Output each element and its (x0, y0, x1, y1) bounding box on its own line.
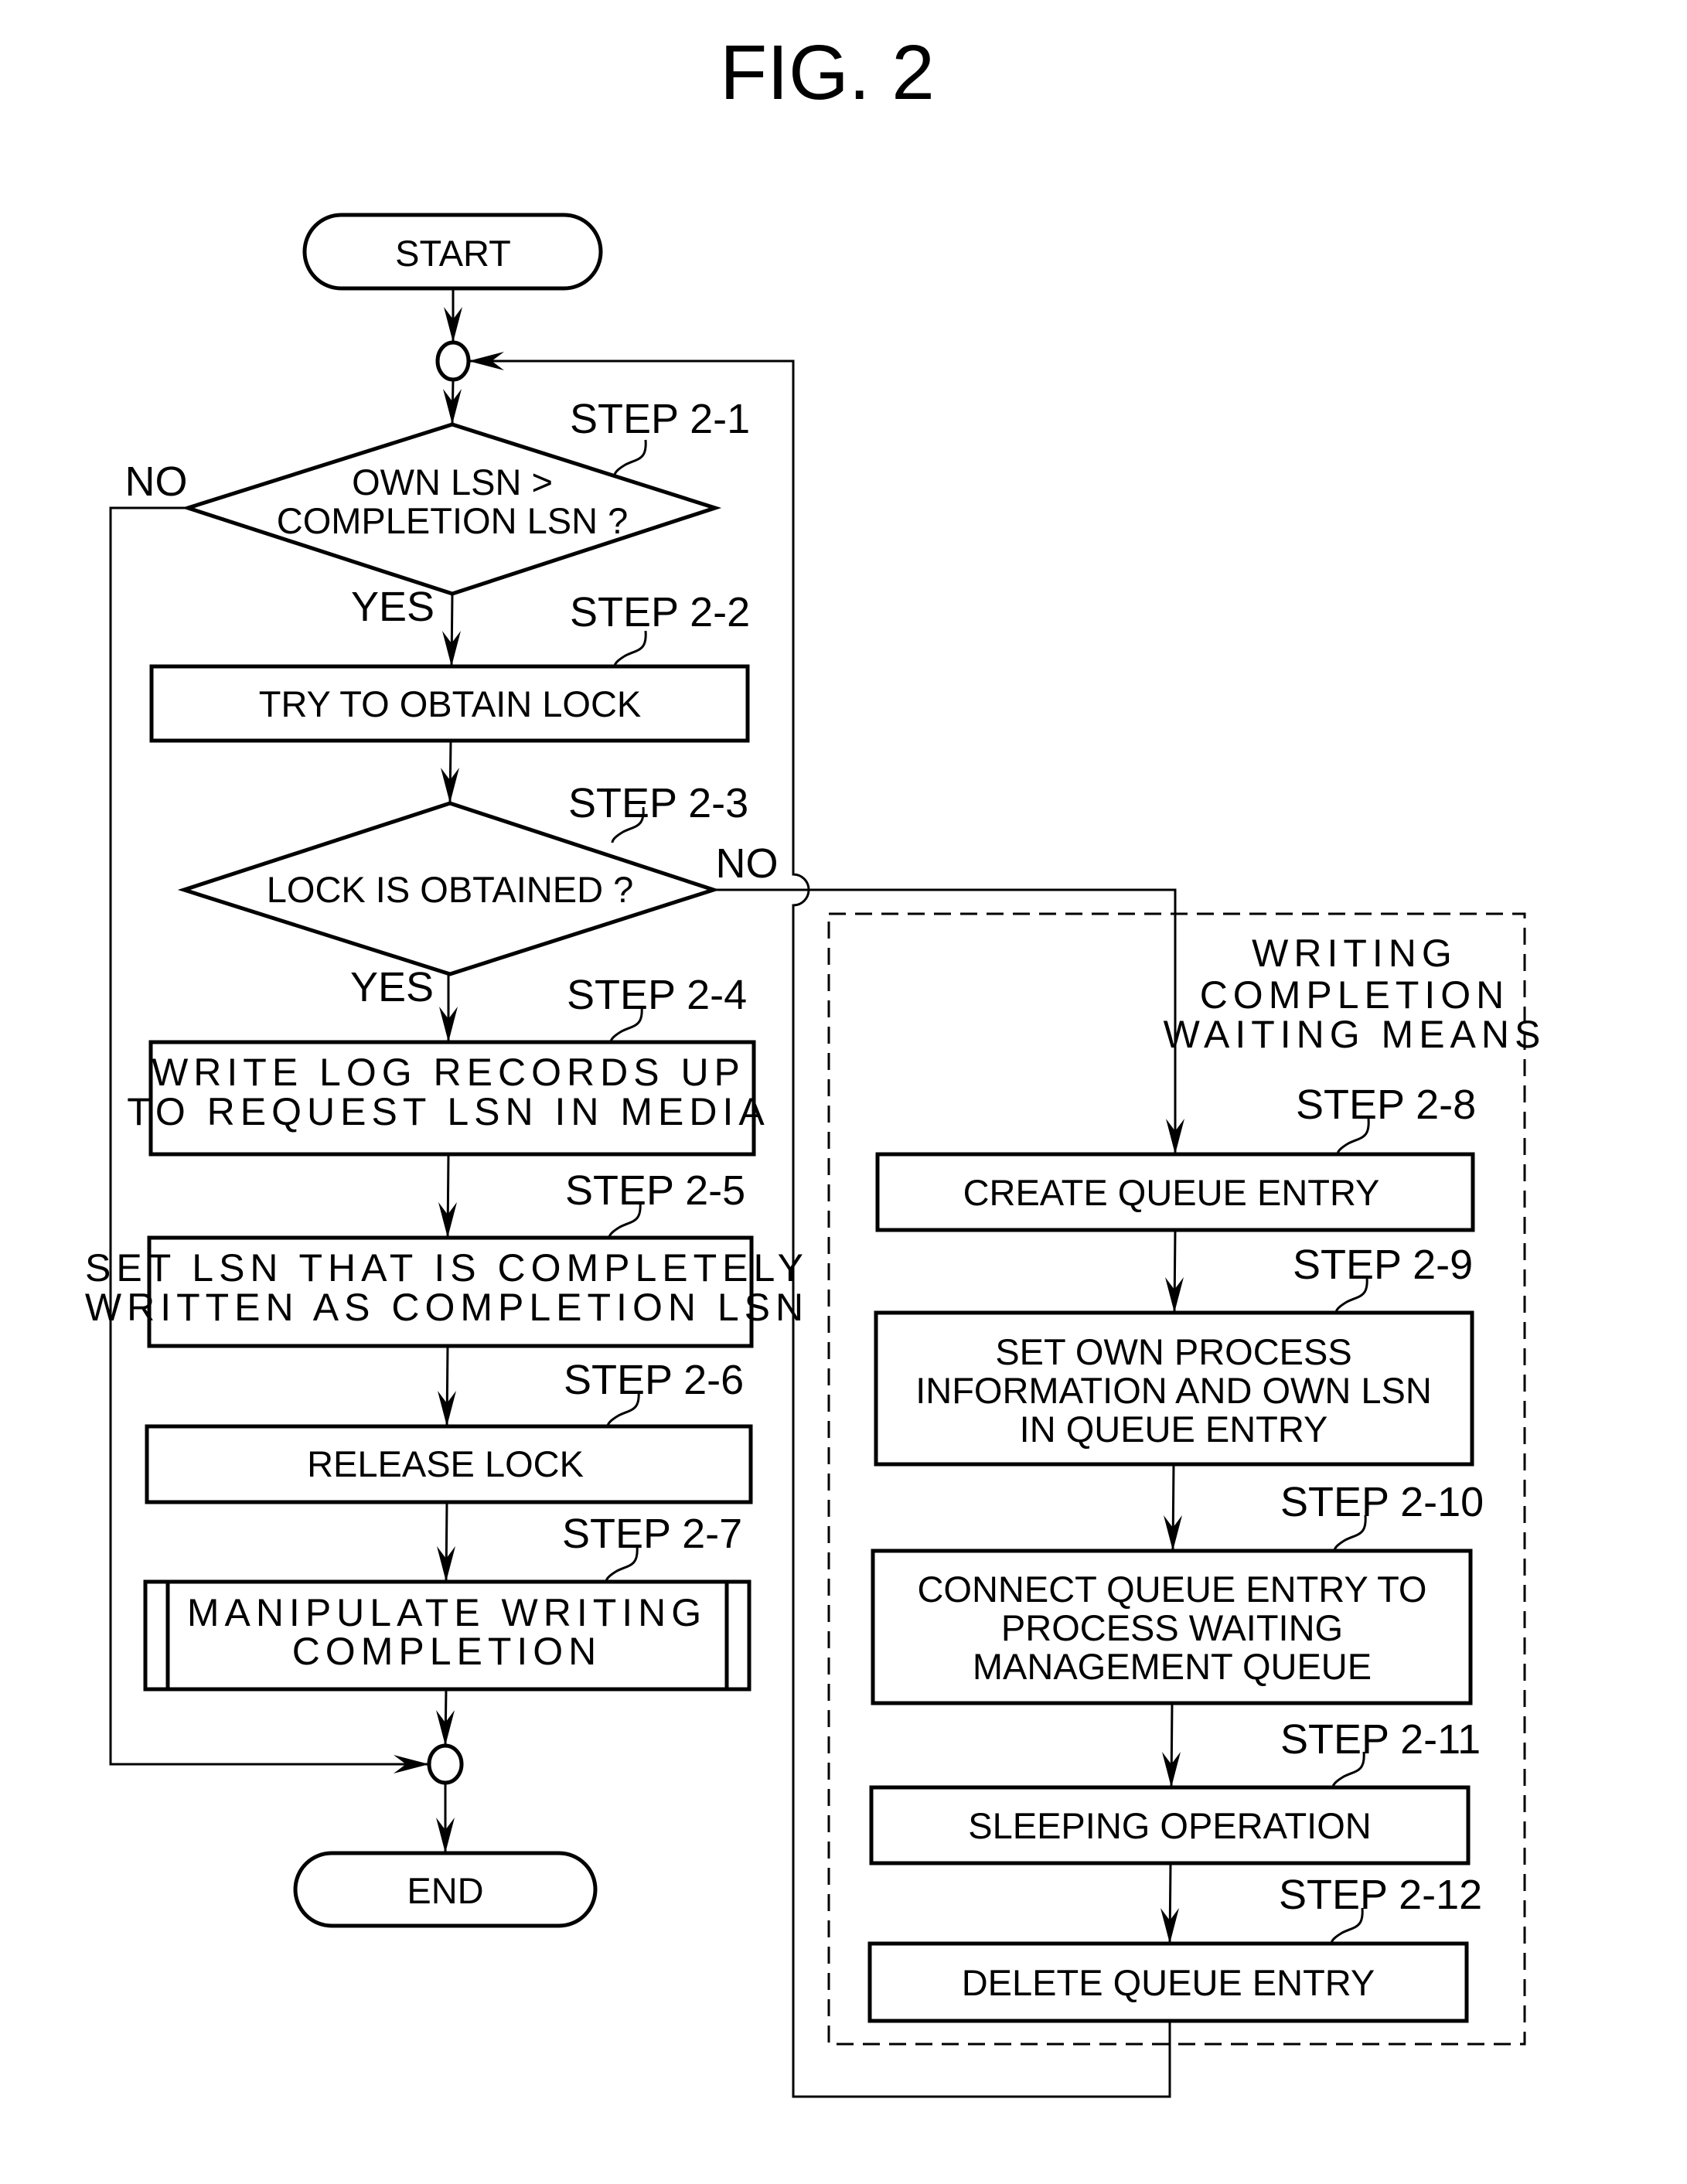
branch-label-yes: YES (350, 964, 434, 1010)
step-2-9-label: STEP 2-9 (1293, 1242, 1473, 1288)
branch-label-no: NO (716, 840, 779, 887)
step-leader-line (613, 630, 647, 667)
step-2-7-text: COMPLETION (292, 1630, 602, 1673)
step-2-11-label: STEP 2-11 (1280, 1716, 1481, 1763)
step-2-12-text: DELETE QUEUE ENTRY (962, 1962, 1375, 2003)
step-2-10-text: MANAGEMENT QUEUE (973, 1646, 1372, 1687)
exit-merge-connector (427, 1743, 464, 1785)
step-leader-line (613, 439, 647, 476)
step-2-4-text: WRITE LOG RECORDS UP (152, 1051, 745, 1094)
step-2-3-text: LOCK IS OBTAINED ? (267, 869, 633, 910)
step-2-11-text: SLEEPING OPERATION (968, 1805, 1371, 1846)
step-2-2-label: STEP 2-2 (570, 589, 750, 635)
loop-merge-connector (435, 340, 471, 382)
figure-title: FIG. 2 (720, 29, 935, 116)
group-label-line: WRITING (1252, 932, 1457, 975)
step-2-2-text: TRY TO OBTAIN LOCK (259, 683, 642, 724)
step-2-8-text: CREATE QUEUE ENTRY (963, 1172, 1380, 1213)
step-2-6-text: RELEASE LOCK (307, 1443, 584, 1484)
group-label-line: COMPLETION (1200, 973, 1510, 1017)
step-2-1-text: COMPLETION LSN ? (277, 500, 628, 541)
step-2-5-text: SET LSN THAT IS COMPLETELY (85, 1246, 809, 1290)
step-2-12-label: STEP 2-12 (1279, 1872, 1482, 1918)
step-2-7-text: MANIPULATE WRITING (187, 1591, 707, 1634)
group-label-line: WAITING MEANS (1164, 1013, 1546, 1056)
end-label: END (407, 1870, 483, 1911)
step-2-4-label: STEP 2-4 (567, 972, 747, 1018)
step-2-3-label: STEP 2-3 (568, 780, 748, 826)
branch-label-yes: YES (351, 584, 435, 630)
step-2-9-text: INFORMATION AND OWN LSN (915, 1370, 1432, 1411)
step-2-10-text: CONNECT QUEUE ENTRY TO (917, 1569, 1426, 1610)
step-2-1-label: STEP 2-1 (570, 396, 750, 442)
start-label: START (395, 233, 511, 274)
step-2-4-text: TO REQUEST LSN IN MEDIA (127, 1090, 770, 1133)
step-2-1-text: OWN LSN > (352, 462, 553, 503)
step-2-9-text: IN QUEUE ENTRY (1020, 1409, 1328, 1450)
step-2-9-text: SET OWN PROCESS (995, 1331, 1351, 1372)
step-2-7-label: STEP 2-7 (562, 1511, 742, 1557)
step-2-10-text: PROCESS WAITING (1001, 1607, 1343, 1648)
step-2-8-label: STEP 2-8 (1296, 1082, 1476, 1128)
step-2-5-text: WRITTEN AS COMPLETION LSN (85, 1286, 809, 1329)
flowchart: FIG. 2 STARTENDNOYESNOYESWRITINGCOMPLETI… (85, 29, 1546, 2098)
step-2-6-label: STEP 2-6 (564, 1357, 744, 1403)
step-2-10-label: STEP 2-10 (1280, 1479, 1484, 1525)
branch-label-no: NO (125, 458, 188, 505)
step-2-5-label: STEP 2-5 (565, 1167, 745, 1214)
connector-step-2-3-no (714, 888, 1177, 1154)
